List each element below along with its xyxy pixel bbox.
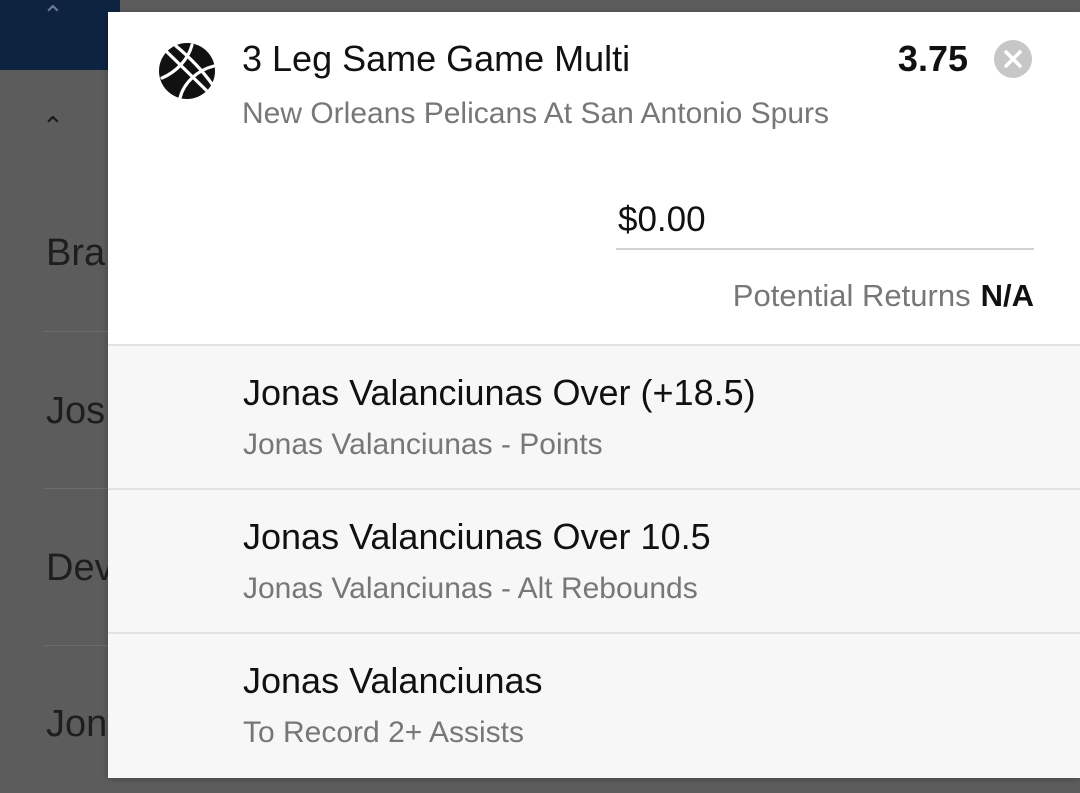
screen: ⌃ ⌃ Bra Jos Dev Jon 3 Leg Same Game Mult… <box>0 0 1080 793</box>
leg-market: Jonas Valanciunas - Alt Rebounds <box>243 572 698 605</box>
potential-returns-label: Potential Returns <box>732 278 971 313</box>
bet-slip-card: 3 Leg Same Game Multi 3.75 New Orleans P… <box>108 12 1080 778</box>
chevron-up-icon: ⌃ <box>42 0 64 30</box>
event-name: New Orleans Pelicans At San Antonio Spur… <box>242 97 829 130</box>
background-list-item: Jos <box>46 390 106 432</box>
bet-slip-header: 3 Leg Same Game Multi 3.75 New Orleans P… <box>108 12 1080 344</box>
potential-returns: Potential Returns N/A <box>733 278 1034 314</box>
leg-selection: Jonas Valanciunas <box>243 660 543 701</box>
chevron-up-icon: ⌃ <box>42 111 64 141</box>
multi-odds: 3.75 <box>897 38 968 79</box>
leg-item: Jonas Valanciunas Over (+18.5) Jonas Val… <box>108 346 1080 490</box>
background-header: ⌃ <box>0 0 120 70</box>
remove-bet-button[interactable] <box>994 40 1032 78</box>
leg-selection: Jonas Valanciunas Over 10.5 <box>243 516 711 557</box>
background-list-item: Bra <box>46 232 106 274</box>
leg-market: Jonas Valanciunas - Points <box>243 428 603 461</box>
leg-item: Jonas Valanciunas To Record 2+ Assists <box>108 634 1080 778</box>
potential-returns-value: N/A <box>980 278 1034 313</box>
stake-input[interactable] <box>616 192 1036 248</box>
multi-title: 3 Leg Same Game Multi <box>242 38 631 79</box>
leg-market: To Record 2+ Assists <box>243 716 524 749</box>
leg-selection: Jonas Valanciunas Over (+18.5) <box>243 372 756 413</box>
basketball-icon <box>158 42 216 100</box>
legs-list: Jonas Valanciunas Over (+18.5) Jonas Val… <box>108 344 1080 778</box>
stake-input-container <box>616 192 1036 250</box>
leg-item: Jonas Valanciunas Over 10.5 Jonas Valanc… <box>108 490 1080 634</box>
background-list-item: Jon <box>46 703 108 745</box>
close-icon <box>1004 50 1022 68</box>
background-list-item: Dev <box>46 547 114 589</box>
